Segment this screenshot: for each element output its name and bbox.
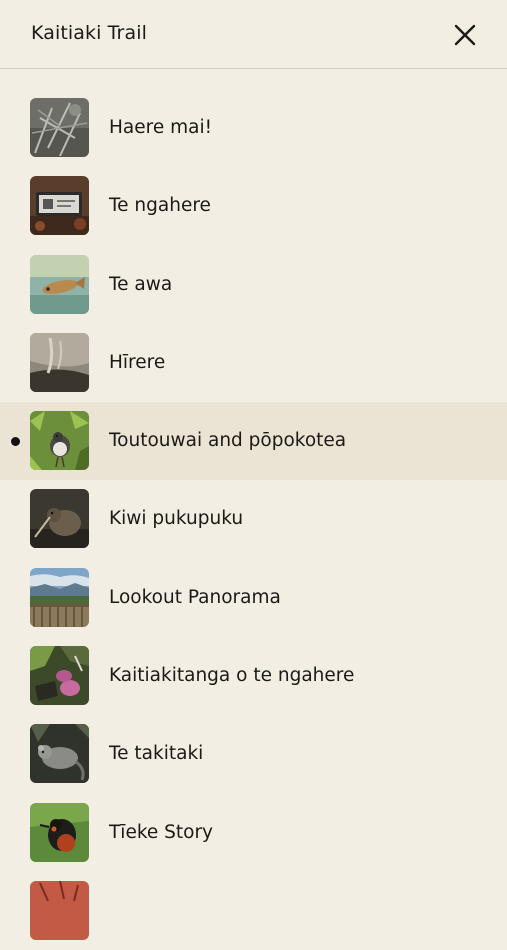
thumbnail-image: [30, 724, 89, 784]
list-item[interactable]: Kaitiakitanga o te ngahere: [0, 637, 507, 715]
list-item-label: Te awa: [109, 273, 173, 295]
close-button[interactable]: [451, 21, 479, 49]
list-item-active[interactable]: Toutouwai and pōpokotea: [0, 402, 507, 481]
list-item[interactable]: Te awa: [0, 246, 507, 324]
list-item[interactable]: Tīeke Story: [0, 794, 507, 872]
close-icon: [454, 24, 476, 46]
list-item[interactable]: Kiwi pukupuku: [0, 480, 507, 558]
list-item-label: Tīeke Story: [109, 821, 214, 843]
thumbnail-image: [30, 411, 89, 471]
thumbnail-image: [30, 802, 89, 862]
list-item-label: Kaitiakitanga o te ngahere: [109, 665, 355, 687]
thumbnail-image: [30, 98, 89, 157]
list-item[interactable]: Te ngahere: [0, 167, 507, 245]
list-item[interactable]: Lookout Panorama: [0, 559, 507, 637]
thumbnail-image: [30, 567, 89, 627]
list-item[interactable]: Haere mai!: [0, 89, 507, 167]
list-item-label: Hīrere: [109, 351, 166, 373]
trail-stop-list: Haere mai! Te ngahere Te awa Hīrere Tout…: [0, 89, 507, 950]
list-item[interactable]: Hīrere: [0, 324, 507, 402]
list-item[interactable]: [0, 872, 507, 950]
list-item-label: Toutouwai and pōpokotea: [109, 430, 347, 452]
list-item[interactable]: Te takitaki: [0, 715, 507, 793]
list-item-label: Kiwi pukupuku: [109, 508, 244, 530]
thumbnail-image: [30, 176, 89, 236]
thumbnail-image: [30, 332, 89, 392]
page-title: Kaitiaki Trail: [31, 22, 147, 44]
thumbnail-image: [30, 489, 89, 549]
current-stop-indicator: [11, 437, 20, 447]
header: Kaitiaki Trail: [0, 0, 507, 69]
thumbnail-image: [30, 254, 89, 314]
list-item-label: Lookout Panorama: [109, 586, 281, 608]
list-item-label: Te ngahere: [109, 195, 211, 217]
list-item-label: Te takitaki: [109, 743, 204, 765]
list-item-label: Haere mai!: [109, 117, 213, 138]
thumbnail-image: [30, 880, 89, 940]
thumbnail-image: [30, 646, 89, 706]
